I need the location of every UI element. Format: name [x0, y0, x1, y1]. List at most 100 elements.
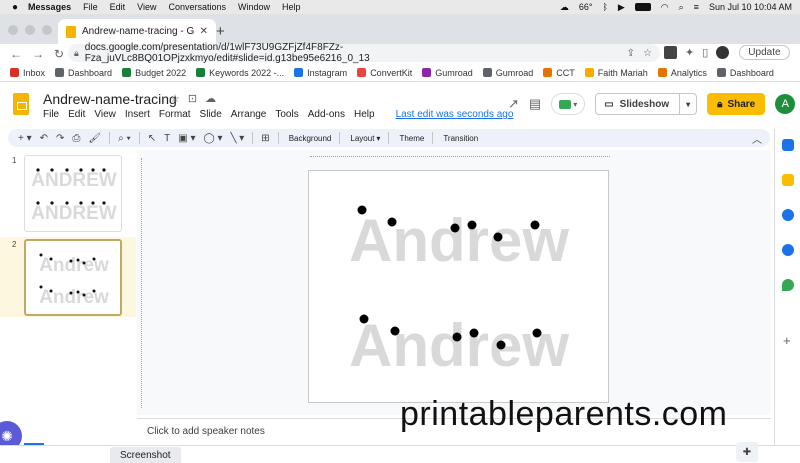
- slideshow-dropdown-icon[interactable]: ▾: [680, 100, 696, 109]
- contacts-icon[interactable]: [782, 244, 794, 256]
- search-icon[interactable]: ⌕: [679, 2, 684, 13]
- slides-logo-icon[interactable]: [13, 93, 29, 115]
- bookmark-item[interactable]: Gumroad: [422, 68, 473, 78]
- browser-tab[interactable]: Andrew-name-tracing - Google ✕: [58, 19, 216, 44]
- control-center-icon[interactable]: ≡: [694, 2, 699, 12]
- doc-menu-add-ons[interactable]: Add-ons: [308, 109, 345, 120]
- clock[interactable]: Sun Jul 10 10:04 AM: [709, 2, 792, 12]
- share-button[interactable]: 🔒︎ Share: [707, 93, 766, 115]
- new-slide-icon[interactable]: + ▾: [18, 133, 32, 144]
- speaker-notes-placeholder[interactable]: Click to add speaker notes: [147, 426, 265, 437]
- slideshow-main[interactable]: ▭ Slideshow: [596, 94, 681, 114]
- bookmark-item[interactable]: CCT: [543, 68, 575, 78]
- redo-icon[interactable]: ↷: [56, 133, 64, 144]
- doc-menu-insert[interactable]: Insert: [125, 109, 150, 120]
- meet-button[interactable]: ▾: [551, 93, 586, 115]
- battery-icon[interactable]: [634, 3, 651, 11]
- menu-window[interactable]: Window: [238, 2, 270, 12]
- trace-word-top[interactable]: Andrew: [349, 207, 569, 274]
- lock-icon[interactable]: 🔒︎: [74, 48, 79, 59]
- apple-icon[interactable]: ●: [12, 2, 18, 13]
- forward-icon[interactable]: →: [32, 47, 44, 61]
- doc-menu-format[interactable]: Format: [159, 109, 191, 120]
- doc-menu-edit[interactable]: Edit: [68, 109, 85, 120]
- weather-icon[interactable]: ☁: [560, 2, 569, 13]
- minimize-window-icon[interactable]: [25, 25, 35, 35]
- extension-icon[interactable]: [664, 46, 677, 59]
- activity-trend-icon[interactable]: ↗: [508, 96, 519, 112]
- cloud-status-icon[interactable]: ☁: [205, 92, 216, 105]
- menu-edit[interactable]: Edit: [110, 2, 126, 12]
- share-page-icon[interactable]: ⇪: [627, 48, 635, 59]
- puzzle-icon[interactable]: ✦: [685, 46, 694, 59]
- active-app-name[interactable]: Messages: [28, 2, 71, 12]
- account-avatar[interactable]: A: [775, 94, 796, 114]
- update-button[interactable]: Update: [739, 45, 790, 60]
- menu-view[interactable]: View: [137, 2, 156, 12]
- undo-icon[interactable]: ↶: [40, 133, 48, 144]
- profile-icon[interactable]: [716, 46, 730, 59]
- doc-menu-help[interactable]: Help: [354, 109, 375, 120]
- doc-menu-tools[interactable]: Tools: [275, 109, 298, 120]
- bookmark-item[interactable]: Dashboard: [716, 68, 774, 78]
- menu-help[interactable]: Help: [282, 2, 301, 12]
- comments-icon[interactable]: ▤: [529, 96, 541, 112]
- print-icon[interactable]: ⎙: [72, 133, 80, 144]
- new-tab-icon[interactable]: +: [216, 23, 225, 40]
- url-bar[interactable]: 🔒︎ docs.google.com/presentation/d/1wlF73…: [68, 42, 660, 64]
- trace-word-bottom[interactable]: Andrew: [349, 312, 569, 379]
- reload-icon[interactable]: ↻: [54, 47, 66, 61]
- bookmark-item[interactable]: Dashboard: [55, 68, 112, 78]
- wifi-icon[interactable]: ◠: [661, 2, 669, 13]
- star-icon[interactable]: ☆: [170, 92, 180, 105]
- bookmark-item[interactable]: ConvertKit: [357, 68, 412, 78]
- image-icon[interactable]: ▣ ▾: [178, 133, 195, 144]
- screenshot-tab[interactable]: Screenshot: [110, 447, 181, 463]
- zoom-icon[interactable]: ⌕ ▾: [118, 133, 131, 144]
- bookmark-star-icon[interactable]: ☆: [643, 48, 652, 59]
- doc-menu-view[interactable]: View: [94, 109, 116, 120]
- theme-button[interactable]: Theme: [399, 134, 424, 143]
- calendar-icon[interactable]: [782, 139, 794, 151]
- layout-caret-icon[interactable]: ▾: [376, 134, 380, 143]
- background-button[interactable]: Background: [289, 134, 332, 143]
- line-icon[interactable]: ╲ ▾: [230, 133, 244, 144]
- url-text[interactable]: docs.google.com/presentation/d/1wlF73U9G…: [85, 42, 627, 64]
- add-comment-icon[interactable]: ⊞: [261, 133, 269, 144]
- bookmark-item[interactable]: Faith Mariah: [584, 68, 648, 78]
- shape-icon[interactable]: ◯ ▾: [203, 133, 222, 144]
- doc-menu-file[interactable]: File: [43, 109, 59, 120]
- add-ons-plus-icon[interactable]: +: [783, 333, 791, 348]
- maximize-window-icon[interactable]: [42, 25, 52, 35]
- tasks-icon[interactable]: [782, 209, 794, 221]
- keep-icon[interactable]: [782, 174, 794, 186]
- bookmark-item[interactable]: Keywords 2022 -...: [196, 68, 284, 78]
- slide-thumbnail-2[interactable]: Andrew Andrew: [24, 239, 122, 316]
- current-slide[interactable]: Andrew Andrew: [308, 170, 609, 403]
- bookmark-item[interactable]: Gumroad: [482, 68, 533, 78]
- slideshow-button[interactable]: ▭ Slideshow ▾: [595, 93, 698, 115]
- bookmark-item[interactable]: Instagram: [294, 68, 347, 78]
- close-tab-icon[interactable]: ✕: [200, 26, 208, 37]
- play-icon[interactable]: ▶: [618, 2, 625, 13]
- slide-thumbnail-1[interactable]: ANDREW ANDREW: [24, 155, 122, 232]
- explore-icon[interactable]: ✚: [736, 442, 758, 462]
- maps-icon[interactable]: [782, 279, 794, 291]
- back-icon[interactable]: ←: [10, 47, 22, 61]
- move-folder-icon[interactable]: ⊡: [188, 92, 197, 105]
- text-box-icon[interactable]: T: [164, 133, 170, 144]
- bookmark-item[interactable]: Inbox: [10, 68, 45, 78]
- document-title[interactable]: Andrew-name-tracing: [43, 91, 177, 107]
- bookmark-item[interactable]: Analytics: [657, 68, 707, 78]
- paint-format-icon[interactable]: 🖌︎: [88, 133, 101, 144]
- collapse-toolbar-icon[interactable]: ︿: [752, 131, 762, 146]
- last-edit-link[interactable]: Last edit was seconds ago: [396, 109, 514, 120]
- menu-conversations[interactable]: Conversations: [168, 2, 226, 12]
- transition-button[interactable]: Transition: [443, 134, 478, 143]
- close-window-icon[interactable]: [8, 25, 18, 35]
- bookmark-item[interactable]: Budget 2022: [122, 68, 186, 78]
- layout-button[interactable]: Layout: [350, 134, 374, 143]
- menu-file[interactable]: File: [83, 2, 98, 12]
- doc-menu-arrange[interactable]: Arrange: [231, 109, 267, 120]
- bluetooth-icon[interactable]: ᛒ: [602, 2, 607, 12]
